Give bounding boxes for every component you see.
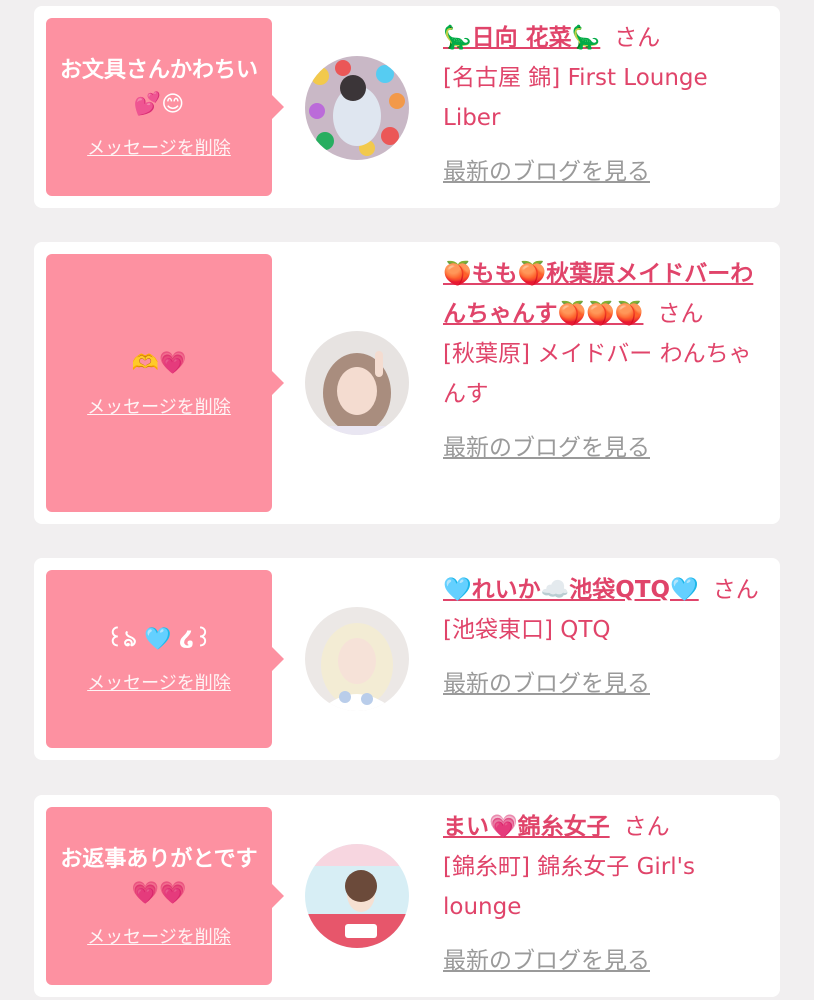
message-bubble: お返事ありがとです💗💗 メッセージを削除 [46,807,284,985]
shop-label: [秋葉原] メイドバー わんちゃんす [443,341,752,407]
shop-label: [名古屋 錦] First Lounge Liber [443,65,708,131]
honorific: さん [614,25,661,51]
delete-message-link[interactable]: メッセージを削除 [87,134,231,160]
avatar[interactable] [305,607,409,711]
message-text: 🫶💗 [131,351,187,376]
latest-blog-link[interactable]: 最新のブログを見る [443,664,763,704]
message-bubble: ꒰ঌ 🩵 ໒꒱ メッセージを削除 [46,570,284,748]
shop-label: [池袋東口] QTQ [443,617,611,643]
sender-name-link[interactable]: 🦕日向 花菜🦕 [443,25,600,51]
latest-blog-link[interactable]: 最新のブログを見る [443,941,763,981]
message-card: お返事ありがとです💗💗 メッセージを削除 まい💗錦糸女子 さん [錦糸町] 錦糸女… [34,795,780,997]
avatar[interactable] [305,331,409,435]
honorific: さん [712,577,759,603]
delete-message-link[interactable]: メッセージを削除 [87,669,231,695]
delete-message-link[interactable]: メッセージを削除 [87,923,231,949]
message-text: お文具さんかわちい💕😊 [59,58,258,117]
latest-blog-link[interactable]: 最新のブログを見る [443,152,763,192]
sender-name-link[interactable]: まい💗錦糸女子 [443,814,610,840]
message-card: 🫶💗 メッセージを削除 🍑もも🍑秋葉原メイドバーわんちゃんす🍑🍑🍑 さん [秋葉原… [34,242,780,524]
delete-message-link[interactable]: メッセージを削除 [87,393,231,419]
message-text: お返事ありがとです💗💗 [60,847,258,906]
sender-name-link[interactable]: 🍑もも🍑秋葉原メイドバーわんちゃんす🍑🍑🍑 [443,261,753,327]
avatar[interactable] [305,844,409,948]
sender-info: まい💗錦糸女子 さん [錦糸町] 錦糸女子 Girl's lounge 最新のブロ… [443,807,763,981]
sender-info: 🩵れいか☁️池袋QTQ🩵 さん [池袋東口] QTQ 最新のブログを見る [443,570,763,704]
sender-info: 🦕日向 花菜🦕 さん [名古屋 錦] First Lounge Liber 最新の… [443,18,763,192]
shop-label: [錦糸町] 錦糸女子 Girl's lounge [443,854,695,920]
message-bubble: 🫶💗 メッセージを削除 [46,254,284,512]
sender-name-link[interactable]: 🩵れいか☁️池袋QTQ🩵 [443,577,699,603]
sender-info: 🍑もも🍑秋葉原メイドバーわんちゃんす🍑🍑🍑 さん [秋葉原] メイドバー わんちゃ… [443,254,763,468]
message-bubble: お文具さんかわちい💕😊 メッセージを削除 [46,18,284,196]
honorific: さん [623,814,670,840]
avatar[interactable] [305,56,409,160]
message-card: お文具さんかわちい💕😊 メッセージを削除 🦕日向 花菜🦕 さん [名古屋 錦] F… [34,6,780,208]
message-card: ꒰ঌ 🩵 ໒꒱ メッセージを削除 🩵れいか☁️池袋QTQ🩵 さん [池袋東口] Q… [34,558,780,760]
message-text: ꒰ঌ 🩵 ໒꒱ [106,627,212,652]
honorific: さん [657,301,704,327]
latest-blog-link[interactable]: 最新のブログを見る [443,428,763,468]
